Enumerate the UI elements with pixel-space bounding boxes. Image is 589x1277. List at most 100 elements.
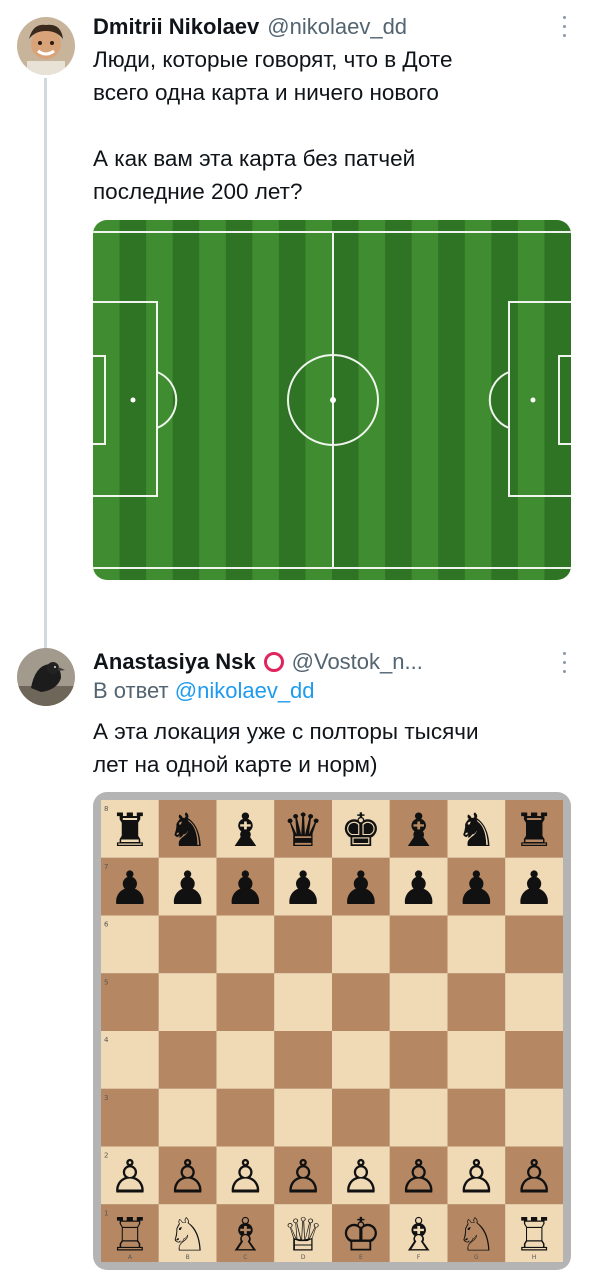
tweet-line: всего одна карта и ничего нового bbox=[93, 80, 439, 105]
grass-stripe bbox=[199, 220, 227, 580]
file-label: F bbox=[417, 1254, 421, 1261]
chess-piece[interactable]: ♙ bbox=[514, 1150, 555, 1204]
tweet-line: А эта локация уже с полторы тысячи bbox=[93, 719, 479, 744]
grass-stripe bbox=[464, 220, 492, 580]
board-square[interactable] bbox=[158, 1031, 217, 1089]
chess-piece[interactable]: ♟ bbox=[283, 861, 324, 915]
board-square[interactable] bbox=[101, 973, 159, 1031]
board-square[interactable] bbox=[389, 973, 448, 1031]
chess-piece[interactable]: ♙ bbox=[456, 1150, 497, 1204]
avatar-image bbox=[17, 17, 75, 75]
grass-stripe bbox=[252, 220, 280, 580]
board-square[interactable] bbox=[158, 915, 217, 974]
tweet-line: Люди, которые говорят, что в Доте bbox=[93, 47, 453, 72]
board-square[interactable] bbox=[505, 915, 563, 974]
board-square[interactable] bbox=[216, 915, 275, 974]
board-square[interactable] bbox=[332, 1088, 390, 1147]
board-square[interactable] bbox=[274, 915, 332, 974]
chess-piece[interactable]: ♟ bbox=[109, 861, 150, 915]
chess-piece[interactable]: ♚ bbox=[340, 803, 381, 857]
board-square[interactable] bbox=[158, 973, 217, 1031]
board-square[interactable] bbox=[216, 1088, 275, 1147]
grass-stripe bbox=[544, 220, 571, 580]
board-square[interactable] bbox=[101, 915, 159, 974]
more-options-icon[interactable] bbox=[561, 652, 567, 674]
chess-piece[interactable]: ♙ bbox=[225, 1150, 266, 1204]
chess-piece[interactable]: ♞ bbox=[456, 803, 497, 857]
file-label: H bbox=[532, 1254, 537, 1261]
reply-label: В ответ bbox=[93, 678, 169, 703]
file-label: C bbox=[243, 1254, 247, 1261]
file-label: D bbox=[301, 1254, 306, 1261]
rank-label: 1 bbox=[104, 1209, 108, 1217]
chess-piece[interactable]: ♙ bbox=[167, 1150, 208, 1204]
avatar-anastasiya[interactable] bbox=[17, 648, 75, 706]
avatar-dmitrii[interactable] bbox=[17, 17, 75, 75]
chess-piece[interactable]: ♟ bbox=[456, 861, 497, 915]
board-square[interactable] bbox=[389, 1088, 448, 1147]
grass-stripe bbox=[385, 220, 413, 580]
board-square[interactable] bbox=[505, 973, 563, 1031]
chess-piece[interactable]: ♛ bbox=[283, 803, 324, 857]
author-handle[interactable]: @Vostok_n... bbox=[292, 649, 423, 675]
board-square[interactable] bbox=[447, 1088, 506, 1147]
grass-stripe bbox=[491, 220, 519, 580]
more-options-icon[interactable] bbox=[561, 16, 567, 38]
board-square[interactable] bbox=[274, 1031, 332, 1089]
chessboard-graphic: ♜♟♙♖♞♟♙♘♝♟♙♗♛♟♙♕♚♟♙♔♝♟♙♗♞♟♙♘♜♟♙♖87654321… bbox=[101, 800, 563, 1262]
board-square[interactable] bbox=[505, 1031, 563, 1089]
red-circle-badge-icon bbox=[263, 652, 284, 672]
chess-piece[interactable]: ♜ bbox=[514, 803, 555, 857]
reply-mention-link[interactable]: @nikolaev_dd bbox=[175, 678, 315, 703]
tweet-header: Anastasiya Nsk @Vostok_n... bbox=[93, 647, 423, 677]
board-square[interactable] bbox=[447, 915, 506, 974]
chess-piece[interactable]: ♟ bbox=[514, 861, 555, 915]
grass-stripe bbox=[438, 220, 466, 580]
tweet-text: А эта локация уже с полторы тысячи лет н… bbox=[93, 715, 563, 781]
chess-piece[interactable]: ♟ bbox=[398, 861, 439, 915]
board-square[interactable] bbox=[447, 973, 506, 1031]
author-handle[interactable]: @nikolaev_dd bbox=[267, 14, 407, 40]
chess-piece[interactable]: ♟ bbox=[340, 861, 381, 915]
chess-piece[interactable]: ♟ bbox=[225, 861, 266, 915]
author-name[interactable]: Anastasiya Nsk bbox=[93, 649, 256, 675]
board-square[interactable] bbox=[101, 1031, 159, 1089]
pitch-graphic bbox=[93, 220, 571, 580]
board-square[interactable] bbox=[274, 973, 332, 1031]
chess-piece[interactable]: ♝ bbox=[225, 803, 266, 857]
board-square[interactable] bbox=[389, 915, 448, 974]
grass-stripe bbox=[225, 220, 253, 580]
chess-piece[interactable]: ♙ bbox=[283, 1150, 324, 1204]
chess-piece[interactable]: ♞ bbox=[167, 803, 208, 857]
author-name[interactable]: Dmitrii Nikolaev bbox=[93, 14, 259, 40]
chess-piece[interactable]: ♙ bbox=[109, 1150, 150, 1204]
chess-piece[interactable]: ♟ bbox=[167, 861, 208, 915]
board-square[interactable] bbox=[332, 915, 390, 974]
reply-context: В ответ @nikolaev_dd bbox=[93, 678, 315, 704]
file-label: B bbox=[186, 1254, 190, 1261]
chess-piece[interactable]: ♙ bbox=[340, 1150, 381, 1204]
football-pitch-image[interactable] bbox=[93, 220, 571, 580]
board-square[interactable] bbox=[158, 1088, 217, 1147]
thread-connector-line bbox=[44, 78, 47, 648]
board-square[interactable] bbox=[274, 1088, 332, 1147]
board-square[interactable] bbox=[332, 1031, 390, 1089]
chess-piece[interactable]: ♝ bbox=[398, 803, 439, 857]
tweet-line: лет на одной карте и норм) bbox=[93, 752, 378, 777]
chess-piece[interactable]: ♜ bbox=[109, 803, 150, 857]
file-label: E bbox=[359, 1254, 363, 1261]
board-square[interactable] bbox=[447, 1031, 506, 1089]
rank-label: 7 bbox=[104, 863, 108, 871]
board-square[interactable] bbox=[332, 973, 390, 1031]
tweet-line: последние 200 лет? bbox=[93, 179, 303, 204]
board-square[interactable] bbox=[389, 1031, 448, 1089]
board-square[interactable] bbox=[505, 1088, 563, 1147]
board-square[interactable] bbox=[216, 973, 275, 1031]
chess-piece[interactable]: ♙ bbox=[398, 1150, 439, 1204]
tweet-header: Dmitrii Nikolaev @nikolaev_dd bbox=[93, 12, 407, 42]
chessboard-image[interactable]: ♜ ♟ ♙ ♖ ♞ ♟ ♙ ♘ ♝ ♟ ♙ ♗ ♛ ♟ ♙ ♕ ♚ ♟ ♙ ♔ ♝ ♟ ♙ ♗ ♞ ♟ ♙ ♘ ♜ ♟ ♙ ♖ 8 7 6 5 4 3 2 1… bbox=[93, 792, 571, 1270]
board-square[interactable] bbox=[216, 1031, 275, 1089]
board-square[interactable] bbox=[101, 1088, 159, 1147]
grass-stripe bbox=[305, 220, 333, 580]
file-label: G bbox=[474, 1254, 479, 1261]
